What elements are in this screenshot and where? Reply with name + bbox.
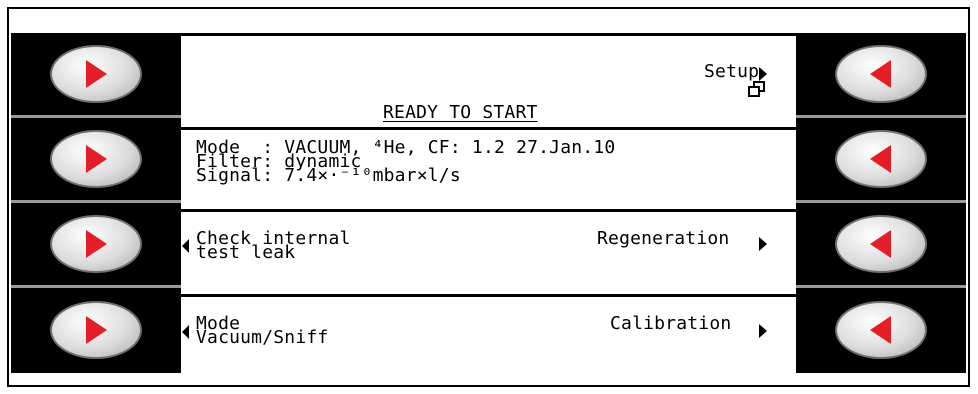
left-softkey-1[interactable] (11, 33, 181, 115)
arrow-left-icon (870, 145, 891, 173)
arrow-right-small-icon (759, 237, 767, 251)
setup-label[interactable]: Setup (704, 63, 759, 81)
left-softkey-4-button[interactable] (50, 301, 142, 359)
check-leak-line2[interactable]: test leak (196, 244, 295, 262)
arrow-right-icon (86, 145, 107, 173)
left-softkey-3-button[interactable] (50, 215, 142, 273)
right-softkey-3[interactable] (796, 203, 966, 285)
right-softkey-3-button[interactable] (835, 215, 927, 273)
right-softkey-1[interactable] (796, 33, 966, 115)
arrow-right-icon (86, 316, 107, 344)
left-softkey-4[interactable] (11, 289, 181, 371)
left-softkey-1-button[interactable] (50, 45, 142, 103)
arrow-right-icon (86, 60, 107, 88)
arrow-right-small-icon (759, 324, 767, 338)
arrow-right-small-icon (759, 67, 767, 81)
arrow-right-icon (86, 230, 107, 258)
regeneration-label[interactable]: Regeneration (597, 230, 729, 248)
display-top-edge (181, 33, 796, 36)
page-title: READY TO START (383, 102, 538, 123)
separator (796, 285, 966, 288)
left-softkey-3[interactable] (11, 203, 181, 285)
right-softkey-panel (796, 33, 966, 373)
left-softkey-2-button[interactable] (50, 130, 142, 188)
divider (181, 209, 796, 212)
divider (181, 127, 796, 130)
left-softkey-2[interactable] (11, 118, 181, 200)
right-softkey-4[interactable] (796, 289, 966, 371)
right-softkey-1-button[interactable] (835, 45, 927, 103)
right-softkey-4-button[interactable] (835, 301, 927, 359)
calibration-label[interactable]: Calibration (610, 315, 731, 333)
right-softkey-2[interactable] (796, 118, 966, 200)
window-stack-icon (748, 81, 765, 97)
arrow-left-icon (870, 230, 891, 258)
mode-line2[interactable]: Vacuum/Sniff (196, 329, 328, 347)
lcd-display: Setup READY TO START Mode : VACUUM, ⁴He,… (181, 33, 796, 373)
arrow-left-small-icon (182, 239, 189, 253)
left-softkey-panel (11, 33, 181, 373)
arrow-left-icon (870, 60, 891, 88)
arrow-left-small-icon (182, 325, 189, 339)
signal-status-line: Signal: 7.4×·⁻¹⁰mbar×l/s (196, 165, 461, 186)
separator (11, 285, 181, 288)
right-softkey-2-button[interactable] (835, 130, 927, 188)
arrow-left-icon (870, 316, 891, 344)
divider (181, 294, 796, 297)
